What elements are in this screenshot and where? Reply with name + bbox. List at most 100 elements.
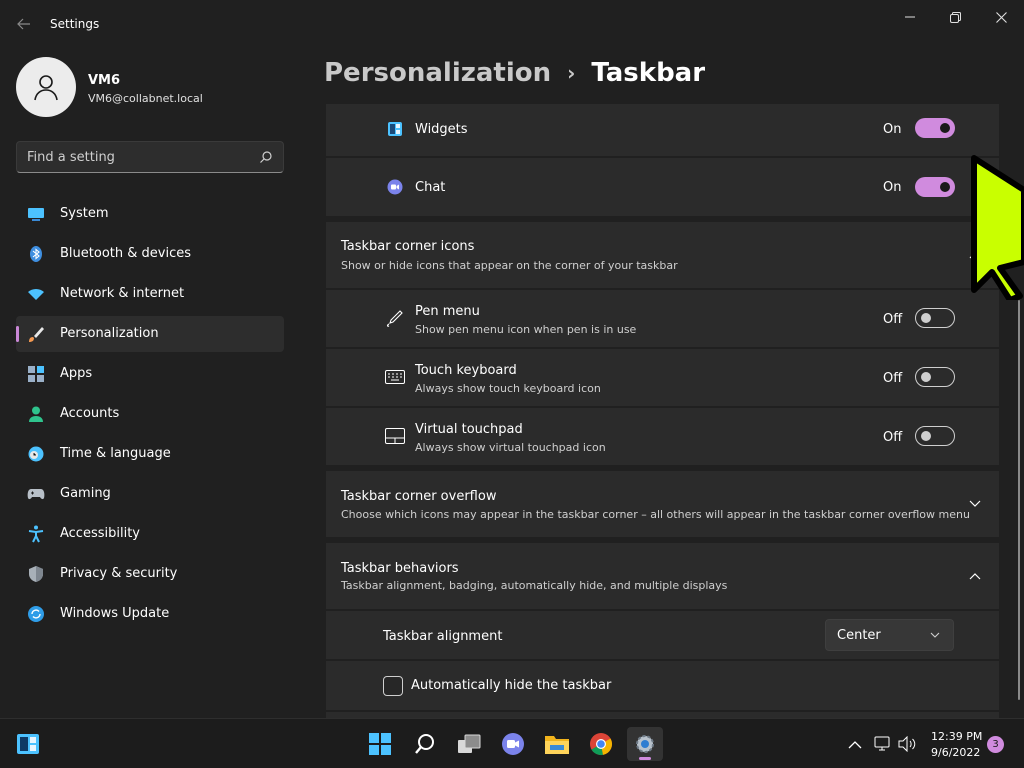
chrome-icon <box>590 733 613 756</box>
taskbar: 12:39 PM 9/6/2022 3 <box>0 718 1024 768</box>
search-input[interactable]: Find a setting <box>16 141 284 173</box>
chat-icon <box>502 733 524 755</box>
pen-menu-toggle[interactable] <box>915 308 955 328</box>
touch-keyboard-state: Off <box>883 371 903 386</box>
sidebar-item-personalization[interactable]: Personalization <box>16 316 284 352</box>
touch-keyboard-toggle[interactable] <box>915 367 955 387</box>
widgets-row: Widgets On <box>326 104 999 156</box>
task-view-icon <box>458 734 481 753</box>
globe-clock-icon <box>27 445 45 463</box>
active-app-indicator <box>639 757 651 760</box>
folder-icon <box>545 736 569 754</box>
chevron-up-icon[interactable] <box>846 735 864 753</box>
sidebar-item-accounts[interactable]: Accounts <box>16 396 284 432</box>
breadcrumb-separator: › <box>567 61 576 85</box>
gamepad-icon <box>27 485 45 503</box>
volume-icon[interactable] <box>898 735 916 753</box>
sidebar-item-label: Time & language <box>60 446 171 461</box>
behaviors-header[interactable]: Taskbar behaviors Taskbar alignment, bad… <box>326 543 999 609</box>
sidebar-item-label: System <box>60 206 109 221</box>
chevron-down-icon <box>930 632 940 638</box>
settings-taskbar-button[interactable] <box>627 727 663 761</box>
scrollbar[interactable] <box>1018 300 1020 700</box>
file-explorer-button[interactable] <box>539 727 575 761</box>
keyboard-icon <box>385 367 405 387</box>
sidebar-item-label: Accounts <box>60 406 120 421</box>
touchpad-icon <box>385 426 405 446</box>
network-icon[interactable] <box>873 735 891 753</box>
pen-menu-label: Pen menu <box>415 304 480 319</box>
start-button[interactable] <box>362 727 398 761</box>
user-icon <box>34 75 58 101</box>
pen-menu-state: Off <box>883 312 903 327</box>
user-name: VM6 <box>88 73 121 88</box>
chevron-down-icon <box>967 496 983 512</box>
close-button[interactable] <box>981 6 1021 28</box>
back-arrow-icon <box>17 18 30 30</box>
alignment-dropdown[interactable]: Center <box>825 619 954 651</box>
chat-icon <box>385 177 405 197</box>
restore-button[interactable] <box>935 6 975 28</box>
windows-logo-icon <box>369 733 391 755</box>
widgets-toggle[interactable] <box>915 118 955 138</box>
sidebar-item-network[interactable]: Network & internet <box>16 276 284 312</box>
sidebar-item-accessibility[interactable]: Accessibility <box>16 516 284 552</box>
settings-window: Settings VM6 VM6@collabnet.local Find a … <box>0 0 1024 718</box>
wifi-icon <box>27 285 45 303</box>
touch-keyboard-description: Always show touch keyboard icon <box>415 382 601 395</box>
page-title: Taskbar <box>591 58 706 88</box>
sidebar-item-bluetooth[interactable]: Bluetooth & devices <box>16 236 284 272</box>
breadcrumb: Personalization › Taskbar <box>324 58 705 88</box>
corner-icons-header[interactable]: Taskbar corner icons Show or hide icons … <box>326 222 999 288</box>
chat-toggle[interactable] <box>915 177 955 197</box>
widgets-taskbar-button[interactable] <box>10 727 46 761</box>
auto-hide-checkbox[interactable] <box>383 676 403 696</box>
avatar[interactable] <box>16 57 76 117</box>
task-view-button[interactable] <box>451 727 487 761</box>
sidebar-item-time-language[interactable]: Time & language <box>16 436 284 472</box>
pen-menu-description: Show pen menu icon when pen is in use <box>415 323 637 336</box>
breadcrumb-parent[interactable]: Personalization <box>324 58 551 88</box>
virtual-touchpad-toggle[interactable] <box>915 426 955 446</box>
alignment-value: Center <box>837 628 881 643</box>
sidebar-item-privacy-security[interactable]: Privacy & security <box>16 556 284 592</box>
search-taskbar-button[interactable] <box>407 727 443 761</box>
toggle-knob <box>921 372 931 382</box>
chat-state: On <box>883 180 902 195</box>
sidebar-item-label: Apps <box>60 366 93 381</box>
pointer-cursor-icon <box>971 155 1024 300</box>
pen-menu-row: Pen menu Show pen menu icon when pen is … <box>326 290 999 347</box>
sidebar-item-gaming[interactable]: Gaming <box>16 476 284 512</box>
touch-keyboard-label: Touch keyboard <box>415 363 517 378</box>
bluetooth-icon <box>27 245 45 263</box>
touch-keyboard-row: Touch keyboard Always show touch keyboar… <box>326 349 999 406</box>
chrome-button[interactable] <box>583 727 619 761</box>
restore-icon <box>949 11 961 23</box>
title-bar: Settings <box>0 0 1024 48</box>
apps-icon <box>27 365 45 383</box>
virtual-touchpad-row: Virtual touchpad Always show virtual tou… <box>326 408 999 465</box>
brush-icon <box>27 325 45 343</box>
sidebar-item-windows-update[interactable]: Windows Update <box>16 596 284 632</box>
corner-overflow-description: Choose which icons may appear in the tas… <box>341 508 970 521</box>
app-title: Settings <box>50 17 100 31</box>
corner-overflow-header[interactable]: Taskbar corner overflow Choose which ico… <box>326 471 999 537</box>
minimize-button[interactable] <box>890 6 930 28</box>
sidebar-item-system[interactable]: System <box>16 196 284 232</box>
behaviors-title: Taskbar behaviors <box>341 561 459 576</box>
corner-icons-title: Taskbar corner icons <box>341 239 475 254</box>
virtual-touchpad-state: Off <box>883 430 903 445</box>
sidebar-item-apps[interactable]: Apps <box>16 356 284 392</box>
search-placeholder: Find a setting <box>27 150 115 165</box>
back-button[interactable] <box>12 12 36 36</box>
clock-date[interactable]: 9/6/2022 <box>931 746 980 759</box>
sidebar-item-label: Bluetooth & devices <box>60 246 191 261</box>
search-icon <box>260 151 272 163</box>
clock-time[interactable]: 12:39 PM <box>931 730 982 743</box>
sidebar-item-label: Windows Update <box>60 606 170 621</box>
chat-label: Chat <box>415 180 446 195</box>
alignment-label: Taskbar alignment <box>383 629 503 644</box>
corner-icons-description: Show or hide icons that appear on the co… <box>341 259 678 272</box>
chat-taskbar-button[interactable] <box>495 727 531 761</box>
notification-badge[interactable]: 3 <box>987 736 1004 753</box>
